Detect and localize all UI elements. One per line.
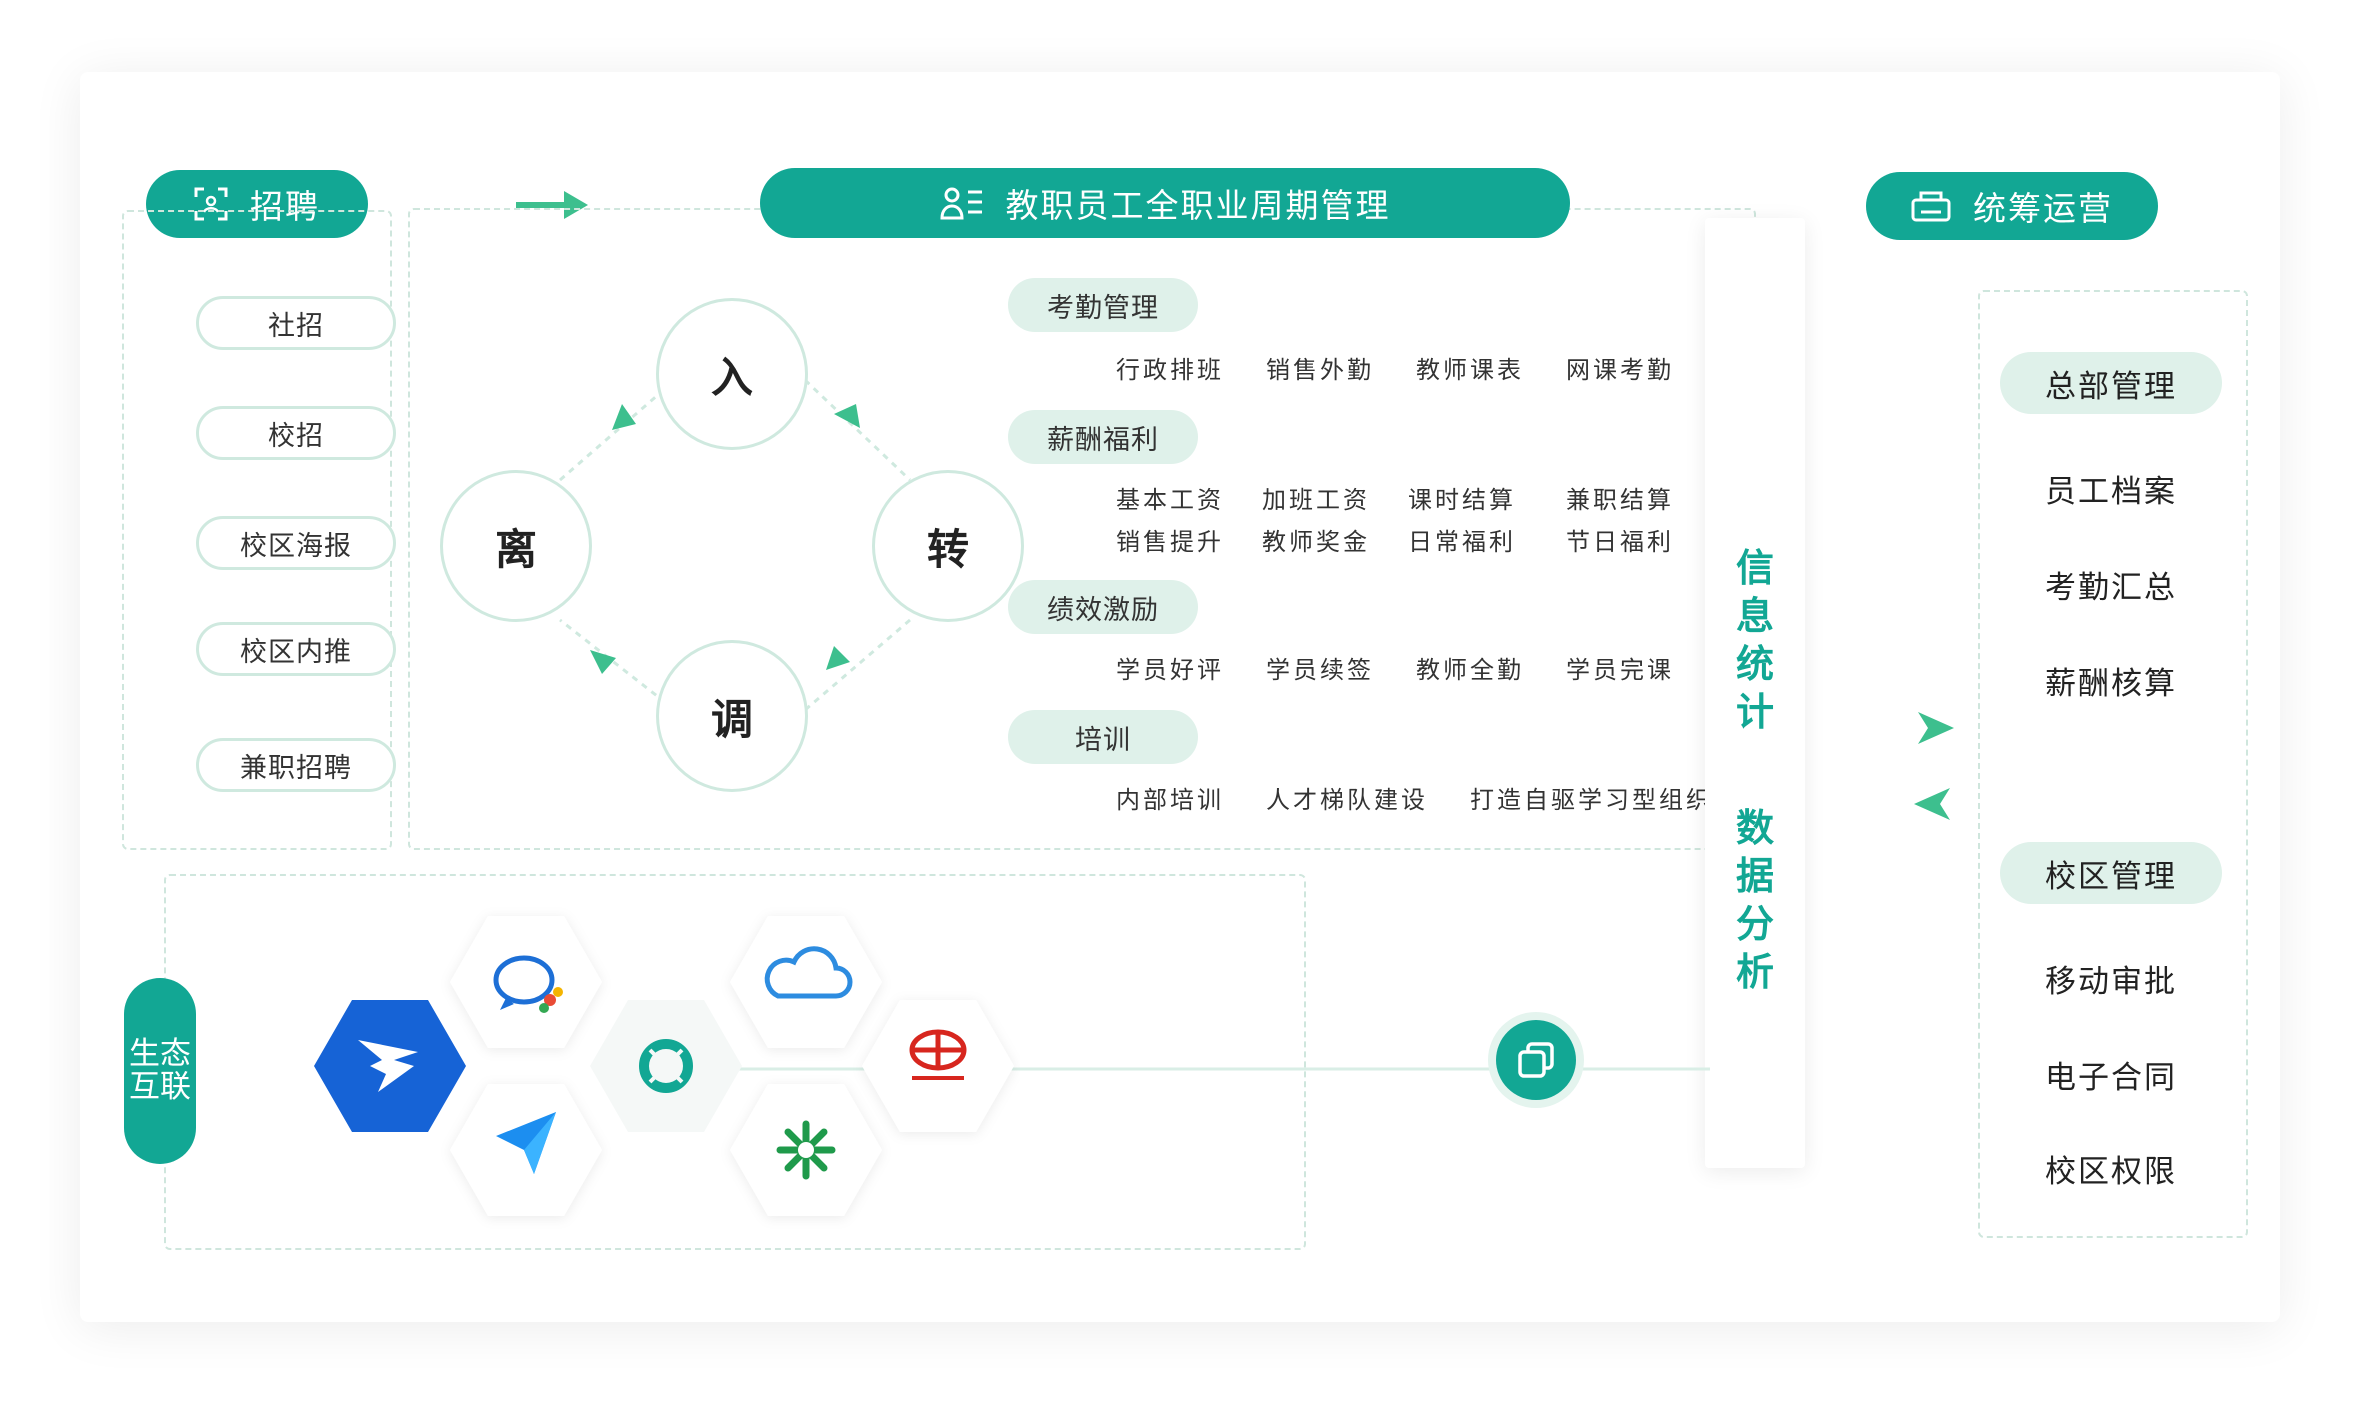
category-item: 教师课表 [1416,356,1524,384]
recruit-item-referral[interactable]: 校区内推 [196,622,396,676]
eco-title-line: 互联 [129,1069,191,1105]
category-item: 日常福利 [1408,528,1516,556]
arrow-left-icon [1914,788,1950,820]
hq-item[interactable]: 员工档案 [2000,466,2222,511]
category-performance[interactable]: 绩效激励 [1008,580,1198,634]
category-item: 课时结算 [1408,486,1516,514]
bank-logo[interactable] [862,1000,1014,1132]
stats-char: 息 [1735,594,1774,638]
sparkle-icon[interactable] [730,1084,882,1216]
link-node[interactable] [1496,1020,1576,1100]
recruit-item-campus[interactable]: 校招 [196,406,396,460]
hq-item[interactable]: 考勤汇总 [2000,562,2222,607]
chat-bubble-icon[interactable] [450,916,602,1048]
recruit-item-poster[interactable]: 校区海报 [196,516,396,570]
category-attendance[interactable]: 考勤管理 [1008,278,1198,332]
category-item: 内部培训 [1116,786,1224,814]
campus-item[interactable]: 电子合同 [2000,1052,2222,1097]
category-item: 学员续签 [1266,656,1374,684]
stats-char: 据 [1735,854,1774,898]
dingtalk-icon[interactable] [314,1000,466,1132]
cycle-node-leave: 离 [440,470,592,622]
cycle-node-adjust: 调 [656,640,808,792]
eco-app-grid [314,916,1014,1216]
stats-column: 信 息 统 计 数 据 分 析 [1705,218,1805,1168]
ops-title: 统筹运营 [1973,189,2113,228]
stats-char: 数 [1735,806,1774,850]
category-salary[interactable]: 薪酬福利 [1008,410,1198,464]
recruit-item-parttime[interactable]: 兼职招聘 [196,738,396,792]
category-item: 人才梯队建设 [1266,786,1428,814]
category-item: 节日福利 [1566,528,1674,556]
recruit-panel: 社招 校招 校区海报 校区内推 兼职招聘 [122,210,396,850]
category-training[interactable]: 培训 [1008,710,1198,764]
category-item: 打造自驱学习型组织 [1470,786,1713,814]
lifecycle-header: 教职员工全职业周期管理 [760,168,1570,238]
category-item: 销售外勤 [1266,356,1374,384]
category-item: 学员完课 [1566,656,1674,684]
category-item: 教师全勤 [1416,656,1524,684]
hq-item[interactable]: 薪酬核算 [2000,658,2222,703]
ring-icon[interactable] [590,1000,742,1132]
recruit-item-social[interactable]: 社招 [196,296,396,350]
lifecycle-title: 教职员工全职业周期管理 [1005,186,1391,225]
category-item: 网课考勤 [1566,356,1674,384]
category-item: 加班工资 [1262,486,1370,514]
campus-item[interactable]: 移动审批 [2000,956,2222,1001]
category-item: 教师奖金 [1262,528,1370,556]
eco-title: 生态 互联 [124,978,196,1164]
category-item: 行政排班 [1116,356,1224,384]
copy-icon [1518,1042,1554,1078]
arrow-right-icon [1918,712,1954,744]
category-item: 学员好评 [1116,656,1224,684]
stats-char: 统 [1735,642,1774,686]
user-list-icon [939,187,982,220]
category-item: 基本工资 [1116,486,1224,514]
stats-char: 析 [1735,950,1774,994]
campus-header[interactable]: 校区管理 [2000,842,2222,904]
category-item: 销售提升 [1116,528,1224,556]
printer-icon [1911,191,1951,222]
stats-char: 信 [1735,546,1774,590]
ops-header: 统筹运营 [1866,172,2158,240]
eco-title-line: 生态 [129,1036,191,1072]
cycle-node-transfer: 转 [872,470,1024,622]
hq-header[interactable]: 总部管理 [2000,352,2222,414]
paper-plane-icon[interactable] [450,1084,602,1216]
category-item: 兼职结算 [1566,486,1674,514]
stats-char: 计 [1735,690,1774,734]
campus-item[interactable]: 校区权限 [2000,1146,2222,1191]
cloud-icon[interactable] [730,916,882,1048]
stats-char: 分 [1735,902,1774,946]
cycle-node-entry: 入 [656,298,808,450]
